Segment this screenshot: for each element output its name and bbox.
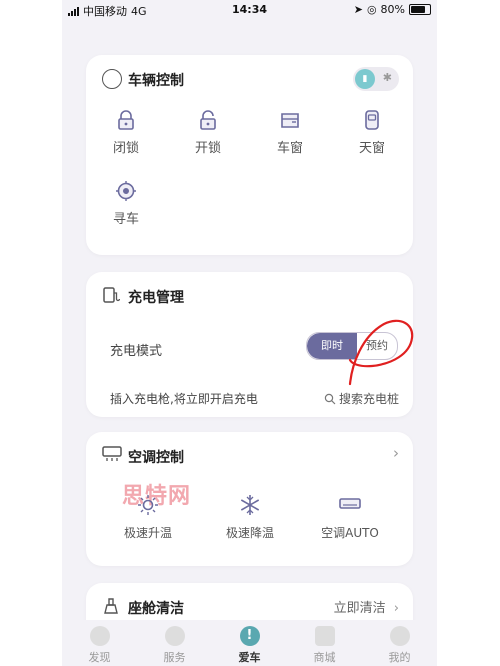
mode-scheduled-button[interactable]: 预约 — [357, 333, 397, 359]
window-button[interactable]: 车窗 — [255, 109, 325, 156]
user-icon — [389, 626, 410, 646]
lock-button[interactable]: 闭锁 — [91, 109, 161, 156]
quick-heat-button[interactable]: 极速升温 — [100, 494, 196, 541]
tab-service[interactable]: 服务 — [137, 620, 212, 666]
compass-icon — [89, 626, 110, 646]
quick-heat-label: 极速升温 — [123, 526, 172, 540]
sunroof-label: 天窗 — [358, 141, 385, 156]
tab-label: 爱车 — [238, 651, 261, 664]
steering-wheel-icon — [102, 69, 122, 89]
ac-auto-label: 空调AUTO — [321, 526, 379, 540]
sun-heat-icon — [138, 495, 158, 515]
find-car-label: 寻车 — [112, 212, 139, 227]
find-pile-label: 搜索充电桩 — [338, 392, 399, 406]
vehicle-control-card: 车辆控制 ▮ ✱ 闭锁 开锁 车窗 天窗 寻车 — [86, 55, 413, 255]
alarm-icon: ◎ — [366, 3, 377, 16]
shop-icon — [314, 626, 335, 646]
connection-toggle[interactable]: ▮ ✱ — [353, 67, 399, 91]
find-charging-pile-link[interactable]: 搜索充电桩 — [324, 390, 399, 407]
chevron-right-icon: › — [393, 601, 399, 616]
chevron-right-icon: › — [393, 444, 399, 462]
quick-cool-button[interactable]: 极速降温 — [202, 494, 298, 541]
status-bar: 中国移动 4G 14:34 ➤ ◎ 80% — [62, 0, 437, 20]
tab-shop[interactable]: 商城 — [287, 620, 362, 666]
car-window-icon — [281, 113, 299, 128]
quick-cool-label: 极速降温 — [225, 526, 274, 540]
tab-label: 服务 — [163, 651, 186, 664]
snowflake-icon — [240, 495, 260, 515]
find-car-icon — [116, 181, 136, 201]
phone-screen: 中国移动 4G 14:34 ➤ ◎ 80% 车辆控制 ▮ ✱ 闭锁 开锁 车窗 … — [62, 0, 437, 666]
heart-icon — [164, 626, 185, 646]
clean-now-link[interactable]: 立即清洁 › — [334, 597, 399, 616]
tab-label: 商城 — [313, 651, 336, 664]
tab-my-car[interactable]: ! 爱车 — [212, 620, 287, 666]
tab-label: 发现 — [88, 651, 111, 664]
charging-title: 充电管理 — [128, 290, 184, 306]
clean-now-label: 立即清洁 — [333, 601, 386, 616]
lock-label: 闭锁 — [112, 141, 139, 156]
bluetooth-icon: ✱ — [382, 71, 392, 84]
sunroof-button[interactable]: 天窗 — [337, 109, 407, 156]
unlock-label: 开锁 — [194, 141, 221, 156]
tab-discover[interactable]: 发现 — [62, 620, 137, 666]
lock-open-icon — [200, 110, 216, 130]
car-alert-icon: ! — [239, 626, 260, 646]
charger-icon — [103, 287, 120, 303]
cleaning-icon — [104, 598, 118, 614]
vehicle-control-title: 车辆控制 — [128, 73, 184, 89]
charge-hint-text: 插入充电枪,将立即开启充电 — [110, 392, 258, 406]
battery-icon — [409, 4, 431, 15]
cabin-clean-title: 座舱清洁 — [128, 601, 184, 617]
charge-mode-label: 充电模式 — [110, 344, 163, 359]
charge-mode-selector: 即时 预约 — [306, 332, 398, 360]
unlock-button[interactable]: 开锁 — [173, 109, 243, 156]
tab-label: 我的 — [388, 651, 411, 664]
air-conditioner-icon — [339, 498, 361, 509]
tab-bar: 发现 服务 ! 爱车 商城 我的 — [62, 620, 437, 666]
ac-control-title: 空调控制 — [128, 450, 184, 466]
find-car-button[interactable]: 寻车 — [91, 180, 161, 227]
battery-percent: 80% — [380, 3, 405, 16]
lock-closed-icon — [118, 110, 134, 130]
sunroof-icon — [365, 110, 379, 130]
mode-instant-button[interactable]: 即时 — [307, 333, 357, 359]
signal-icon: ▮ — [355, 69, 375, 89]
search-icon — [324, 393, 336, 404]
ac-auto-button[interactable]: 空调AUTO — [302, 494, 398, 541]
charging-card: 充电管理 充电模式 即时 预约 插入充电枪,将立即开启充电 搜索充电桩 — [86, 272, 413, 417]
window-label: 车窗 — [276, 141, 303, 156]
ac-unit-icon — [102, 446, 122, 461]
tab-profile[interactable]: 我的 — [362, 620, 437, 666]
ac-control-card[interactable]: 空调控制 › 思特网 极速升温 极速降温 空调AUTO — [86, 432, 413, 566]
location-icon: ➤ — [353, 3, 363, 16]
